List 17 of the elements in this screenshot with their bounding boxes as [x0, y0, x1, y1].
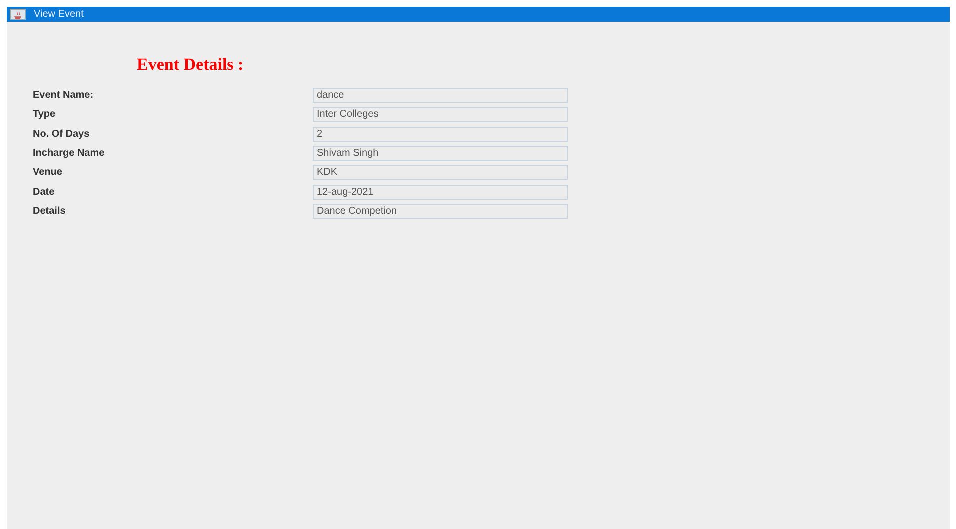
window-title: View Event: [34, 9, 84, 20]
field-label: No. Of Days: [33, 128, 91, 140]
text-field[interactable]: 2: [313, 126, 568, 142]
coffee-cup-icon: [10, 9, 26, 20]
field-label: Event Name:: [33, 90, 95, 102]
field-label: Venue: [33, 167, 64, 178]
field-label: Incharge Name: [33, 148, 106, 160]
text-field[interactable]: Dance Competion: [313, 204, 568, 219]
text-field[interactable]: 12-aug-2021: [313, 184, 568, 200]
form-heading: Event Details :: [137, 55, 245, 75]
text-field[interactable]: Shivam Singh: [313, 146, 568, 162]
text-field[interactable]: KDK: [313, 165, 568, 180]
field-label: Type: [33, 109, 57, 120]
text-field[interactable]: Inter Colleges: [313, 107, 568, 122]
text-field[interactable]: dance: [313, 88, 568, 104]
field-label: Date: [33, 186, 56, 198]
field-label: Details: [33, 206, 67, 217]
